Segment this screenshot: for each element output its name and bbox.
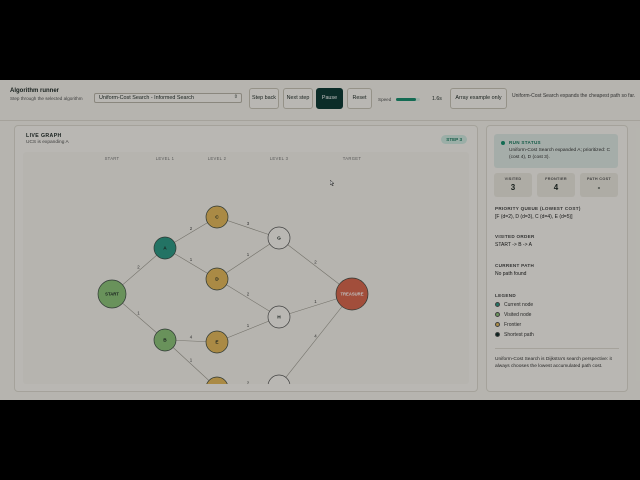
current-path-value: No path found bbox=[495, 271, 527, 277]
stat-value: - bbox=[597, 183, 601, 192]
run-status-message: Uniform-Cost Search expanded A; prioriti… bbox=[509, 148, 611, 160]
node-label: TREASURE bbox=[340, 292, 363, 297]
graph-title: LIVE GRAPH bbox=[26, 133, 62, 139]
stat-value: 3 bbox=[510, 183, 516, 192]
chevron-down-icon: ⇳ bbox=[233, 94, 238, 100]
step-badge: STEP 3 bbox=[441, 135, 467, 144]
graph-svg: START LEVEL 1 LEVEL 2 LEVEL 3 TARGET 2 1 2 1 4 1 3 1… bbox=[97, 156, 369, 385]
edge-weight: 2 bbox=[137, 265, 140, 270]
graph-node-treasure[interactable]: TREASURE bbox=[335, 277, 369, 311]
legend-label: Frontier bbox=[504, 322, 522, 328]
graph-node-g[interactable]: G bbox=[267, 226, 291, 250]
legend-label: Current node bbox=[504, 302, 534, 308]
algorithm-select[interactable]: Uniform-Cost Search - Informed Search ⇳ bbox=[94, 93, 242, 103]
legend-title: LEGEND bbox=[495, 293, 516, 298]
algorithm-description: Uniform-Cost Search is Dijkstra's search… bbox=[495, 357, 612, 369]
graph-node-c[interactable]: C bbox=[205, 205, 229, 229]
legend-item-current: Current node bbox=[495, 302, 533, 309]
visited-order-title: VISITED ORDER bbox=[495, 234, 535, 239]
node-label: B bbox=[163, 338, 167, 344]
column-label: LEVEL 3 bbox=[270, 156, 289, 161]
priority-queue-title: PRIORITY QUEUE (LOWEST COST) bbox=[495, 206, 581, 211]
graph-node-d[interactable]: D bbox=[205, 267, 229, 291]
edge-weight: 1 bbox=[314, 299, 317, 304]
speed-value: 1.6s bbox=[432, 96, 442, 102]
edge-weight: 1 bbox=[190, 358, 193, 363]
graph-node-e[interactable]: E bbox=[205, 330, 229, 354]
stat-visited: VISITED 3 bbox=[494, 173, 532, 197]
speed-slider-fill bbox=[396, 98, 417, 101]
top-toolbar: Algorithm runner Step through the select… bbox=[0, 80, 640, 121]
column-label: LEVEL 2 bbox=[208, 156, 227, 161]
current-node-swatch-icon bbox=[495, 302, 500, 308]
column-label: START bbox=[105, 156, 120, 161]
visited-order-value: START -> B -> A bbox=[495, 242, 532, 248]
edge-weight: 1 bbox=[190, 257, 193, 262]
legend-label: Visited node bbox=[504, 312, 532, 318]
side-panel: RUN STATUS Uniform-Cost Search expanded … bbox=[486, 125, 628, 392]
current-path-title: CURRENT PATH bbox=[495, 263, 535, 268]
node-label: G bbox=[277, 236, 281, 242]
stat-value: 4 bbox=[553, 183, 559, 192]
shortest-path-swatch-icon bbox=[495, 332, 500, 338]
visited-node-swatch-icon bbox=[495, 312, 500, 318]
legend-item-shortest-path: Shortest path bbox=[495, 332, 534, 339]
array-example-button[interactable]: Array example only bbox=[450, 88, 507, 109]
edge-weight: 1 bbox=[247, 323, 250, 328]
speed-slider[interactable] bbox=[396, 98, 420, 101]
legend-item-visited: Visited node bbox=[495, 312, 531, 319]
node-label: D bbox=[215, 277, 219, 283]
graph-node-b[interactable]: B bbox=[153, 328, 177, 352]
side-divider bbox=[495, 348, 619, 349]
app-title: Algorithm runner bbox=[10, 88, 59, 94]
node-label: START bbox=[105, 292, 119, 297]
step-back-button[interactable]: Step back bbox=[249, 88, 279, 109]
graph-node-a[interactable]: A bbox=[153, 236, 177, 260]
algorithm-select-value: Uniform-Cost Search - Informed Search bbox=[99, 95, 194, 101]
frontier-node-swatch-icon bbox=[495, 322, 500, 328]
edge-weight: 4 bbox=[314, 334, 317, 339]
legend-item-frontier: Frontier bbox=[495, 322, 521, 329]
status-dot-icon bbox=[501, 141, 505, 145]
speed-label: Speed bbox=[378, 97, 392, 102]
node-label: H bbox=[277, 315, 281, 321]
edge-weight: 2 bbox=[247, 381, 250, 385]
next-step-button[interactable]: Next step bbox=[283, 88, 313, 109]
stat-label: FRONTIER bbox=[545, 177, 567, 181]
app-subtitle: Step through the selected algorithm bbox=[10, 96, 83, 101]
stat-path-cost: PATH COST - bbox=[580, 173, 618, 197]
mouse-cursor-icon bbox=[330, 180, 335, 186]
priority-queue-value: [F (d=2), D (d=3), C (d=4), E (d=5)] bbox=[495, 214, 573, 220]
edge-weight: 2 bbox=[314, 260, 317, 265]
run-status-card: RUN STATUS Uniform-Cost Search expanded … bbox=[494, 134, 618, 168]
graph-node-h[interactable]: H bbox=[267, 305, 291, 329]
column-label: TARGET bbox=[343, 156, 362, 161]
stat-frontier: FRONTIER 4 bbox=[537, 173, 575, 197]
edge-weight: 2 bbox=[190, 226, 193, 231]
graph-canvas: START LEVEL 1 LEVEL 2 LEVEL 3 TARGET 2 1 2 1 4 1 3 1… bbox=[23, 152, 469, 384]
node-circle bbox=[206, 376, 228, 384]
graph-node-start[interactable]: START bbox=[97, 279, 127, 309]
edge-weight: 3 bbox=[247, 221, 250, 226]
stat-label: VISITED bbox=[504, 177, 522, 181]
graph-edge bbox=[280, 293, 353, 384]
app-window: Algorithm runner Step through the select… bbox=[0, 80, 640, 400]
graph-node-f[interactable]: F bbox=[206, 376, 228, 384]
edge-weight: 2 bbox=[247, 292, 250, 297]
edge-weight: 1 bbox=[247, 252, 250, 257]
pause-button[interactable]: Pause bbox=[316, 88, 343, 109]
live-graph-panel: LIVE GRAPH UCS is expanding A STEP 3 STA… bbox=[14, 125, 478, 392]
edge-weight: 1 bbox=[137, 311, 140, 316]
graph-subtitle: UCS is expanding A bbox=[26, 140, 69, 145]
legend-label: Shortest path bbox=[504, 332, 534, 338]
reset-button[interactable]: Reset bbox=[347, 88, 372, 109]
column-label: LEVEL 1 bbox=[156, 156, 175, 161]
run-status-title: RUN STATUS bbox=[509, 140, 541, 145]
edge-weight: 4 bbox=[190, 335, 193, 340]
header-status-text: Uniform-Cost Search expands the cheapest… bbox=[512, 93, 636, 99]
node-label: A bbox=[163, 246, 167, 252]
node-label: C bbox=[215, 215, 219, 221]
stat-label: PATH COST bbox=[586, 177, 612, 181]
